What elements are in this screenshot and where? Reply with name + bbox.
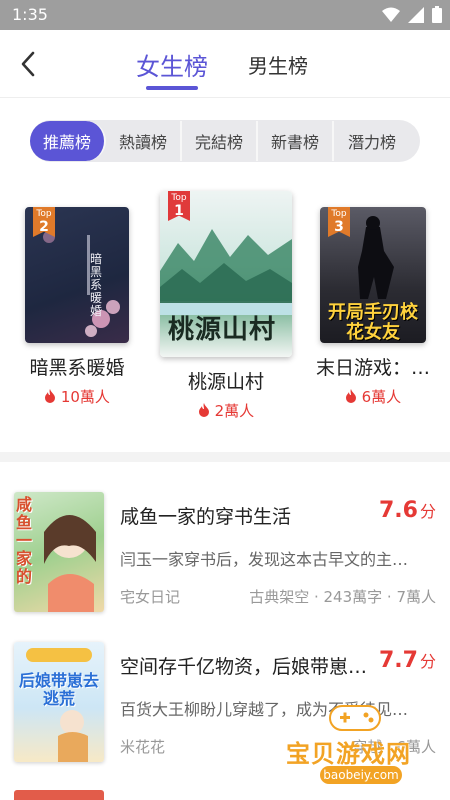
chevron-left-icon <box>21 51 35 77</box>
fire-icon <box>345 389 356 403</box>
category-completed[interactable]: 完結榜 <box>182 121 258 161</box>
book-score: 7.7 分 <box>379 648 436 673</box>
book-description: 闫玉一家穿书后，发现这本古早文的主… <box>120 550 409 569</box>
watermark-url: baobeiy.com <box>320 766 402 784</box>
category-recommended[interactable]: 推薦榜 <box>30 121 106 161</box>
top-three-section: 暗黑系暖婚 Top 2 暗黑系暖婚 10萬人 桃源山村 Top 1 桃源山村 2… <box>0 185 450 440</box>
wifi-icon <box>382 7 400 22</box>
book-cover: 咸鱼一家的 <box>14 492 104 612</box>
battery-icon <box>432 6 442 23</box>
screen: 1:35 女生榜 男生榜 推薦榜 熱讀榜 完結榜 新書榜 潛力榜 暗黑系暖婚 T… <box>0 0 450 800</box>
tab-girls[interactable]: 女生榜 <box>136 47 208 82</box>
book-cover: 暗黑系暖婚 Top 2 <box>25 207 129 343</box>
cover-title: 暗黑系暖婚 <box>89 252 102 318</box>
status-bar: 1:35 <box>0 0 450 30</box>
category-hot[interactable]: 熱讀榜 <box>106 121 182 161</box>
book-meta: 古典架空 · 243萬字 · 7萬人 <box>249 588 436 606</box>
top-book-1[interactable]: 桃源山村 Top 1 桃源山村 2萬人 <box>158 191 294 421</box>
status-time: 1:35 <box>12 5 48 24</box>
category-potential[interactable]: 潛力榜 <box>334 121 410 161</box>
book-cover: 桃源山村 Top 1 <box>160 191 292 357</box>
book-author: 宅女日记 <box>120 588 181 606</box>
book-title: 末日游戏：… <box>315 357 430 379</box>
popularity: 2萬人 <box>158 400 294 421</box>
gamepad-icon <box>329 705 381 731</box>
category-bar: 推薦榜 熱讀榜 完結榜 新書榜 潛力榜 <box>30 120 420 162</box>
watermark-text: 宝贝游戏网 <box>286 740 411 768</box>
system-icons <box>382 6 442 23</box>
cover-title: 开局手刃校花女友 <box>328 302 418 343</box>
section-divider <box>0 452 450 462</box>
book-cover: 开局手刃校花女友 Top 3 <box>320 207 426 343</box>
book-cover: 后娘带崽去逃荒 <box>14 642 104 762</box>
active-tab-indicator <box>146 86 198 90</box>
book-author: 米花花 <box>120 738 166 756</box>
book-title: 桃源山村 <box>187 371 264 393</box>
header: 女生榜 男生榜 <box>0 30 450 98</box>
cover-title: 咸鱼一家的 <box>16 495 33 586</box>
cover-title: 后娘带崽去逃荒 <box>18 671 99 708</box>
book-title: 暗黑系暖婚 <box>29 357 125 379</box>
top-book-3[interactable]: 开局手刃校花女友 Top 3 末日游戏：… 6萬人 <box>314 207 432 407</box>
popularity: 10萬人 <box>22 386 132 407</box>
category-new[interactable]: 新書榜 <box>258 121 334 161</box>
watermark: 宝贝游戏网 baobeiy.com <box>280 700 428 784</box>
cover-title: 桃源山村 <box>168 315 277 345</box>
back-button[interactable] <box>14 48 42 80</box>
book-title: 咸鱼一家的穿书生活 <box>120 506 292 528</box>
next-item-cover-peek <box>14 790 104 800</box>
fire-icon <box>45 389 56 403</box>
fire-icon <box>198 403 209 417</box>
list-item[interactable]: 咸鱼一家的 咸鱼一家的穿书生活 7.6 分 闫玉一家穿书后，发现这本古早文的主… … <box>0 462 450 612</box>
popularity: 6萬人 <box>314 386 432 407</box>
book-title: 空间存千亿物资，后娘带崽… <box>120 656 368 678</box>
signal-icon <box>408 6 424 23</box>
top-book-2[interactable]: 暗黑系暖婚 Top 2 暗黑系暖婚 10萬人 <box>22 207 132 407</box>
tab-boys[interactable]: 男生榜 <box>248 50 308 79</box>
book-score: 7.6 分 <box>379 498 436 523</box>
